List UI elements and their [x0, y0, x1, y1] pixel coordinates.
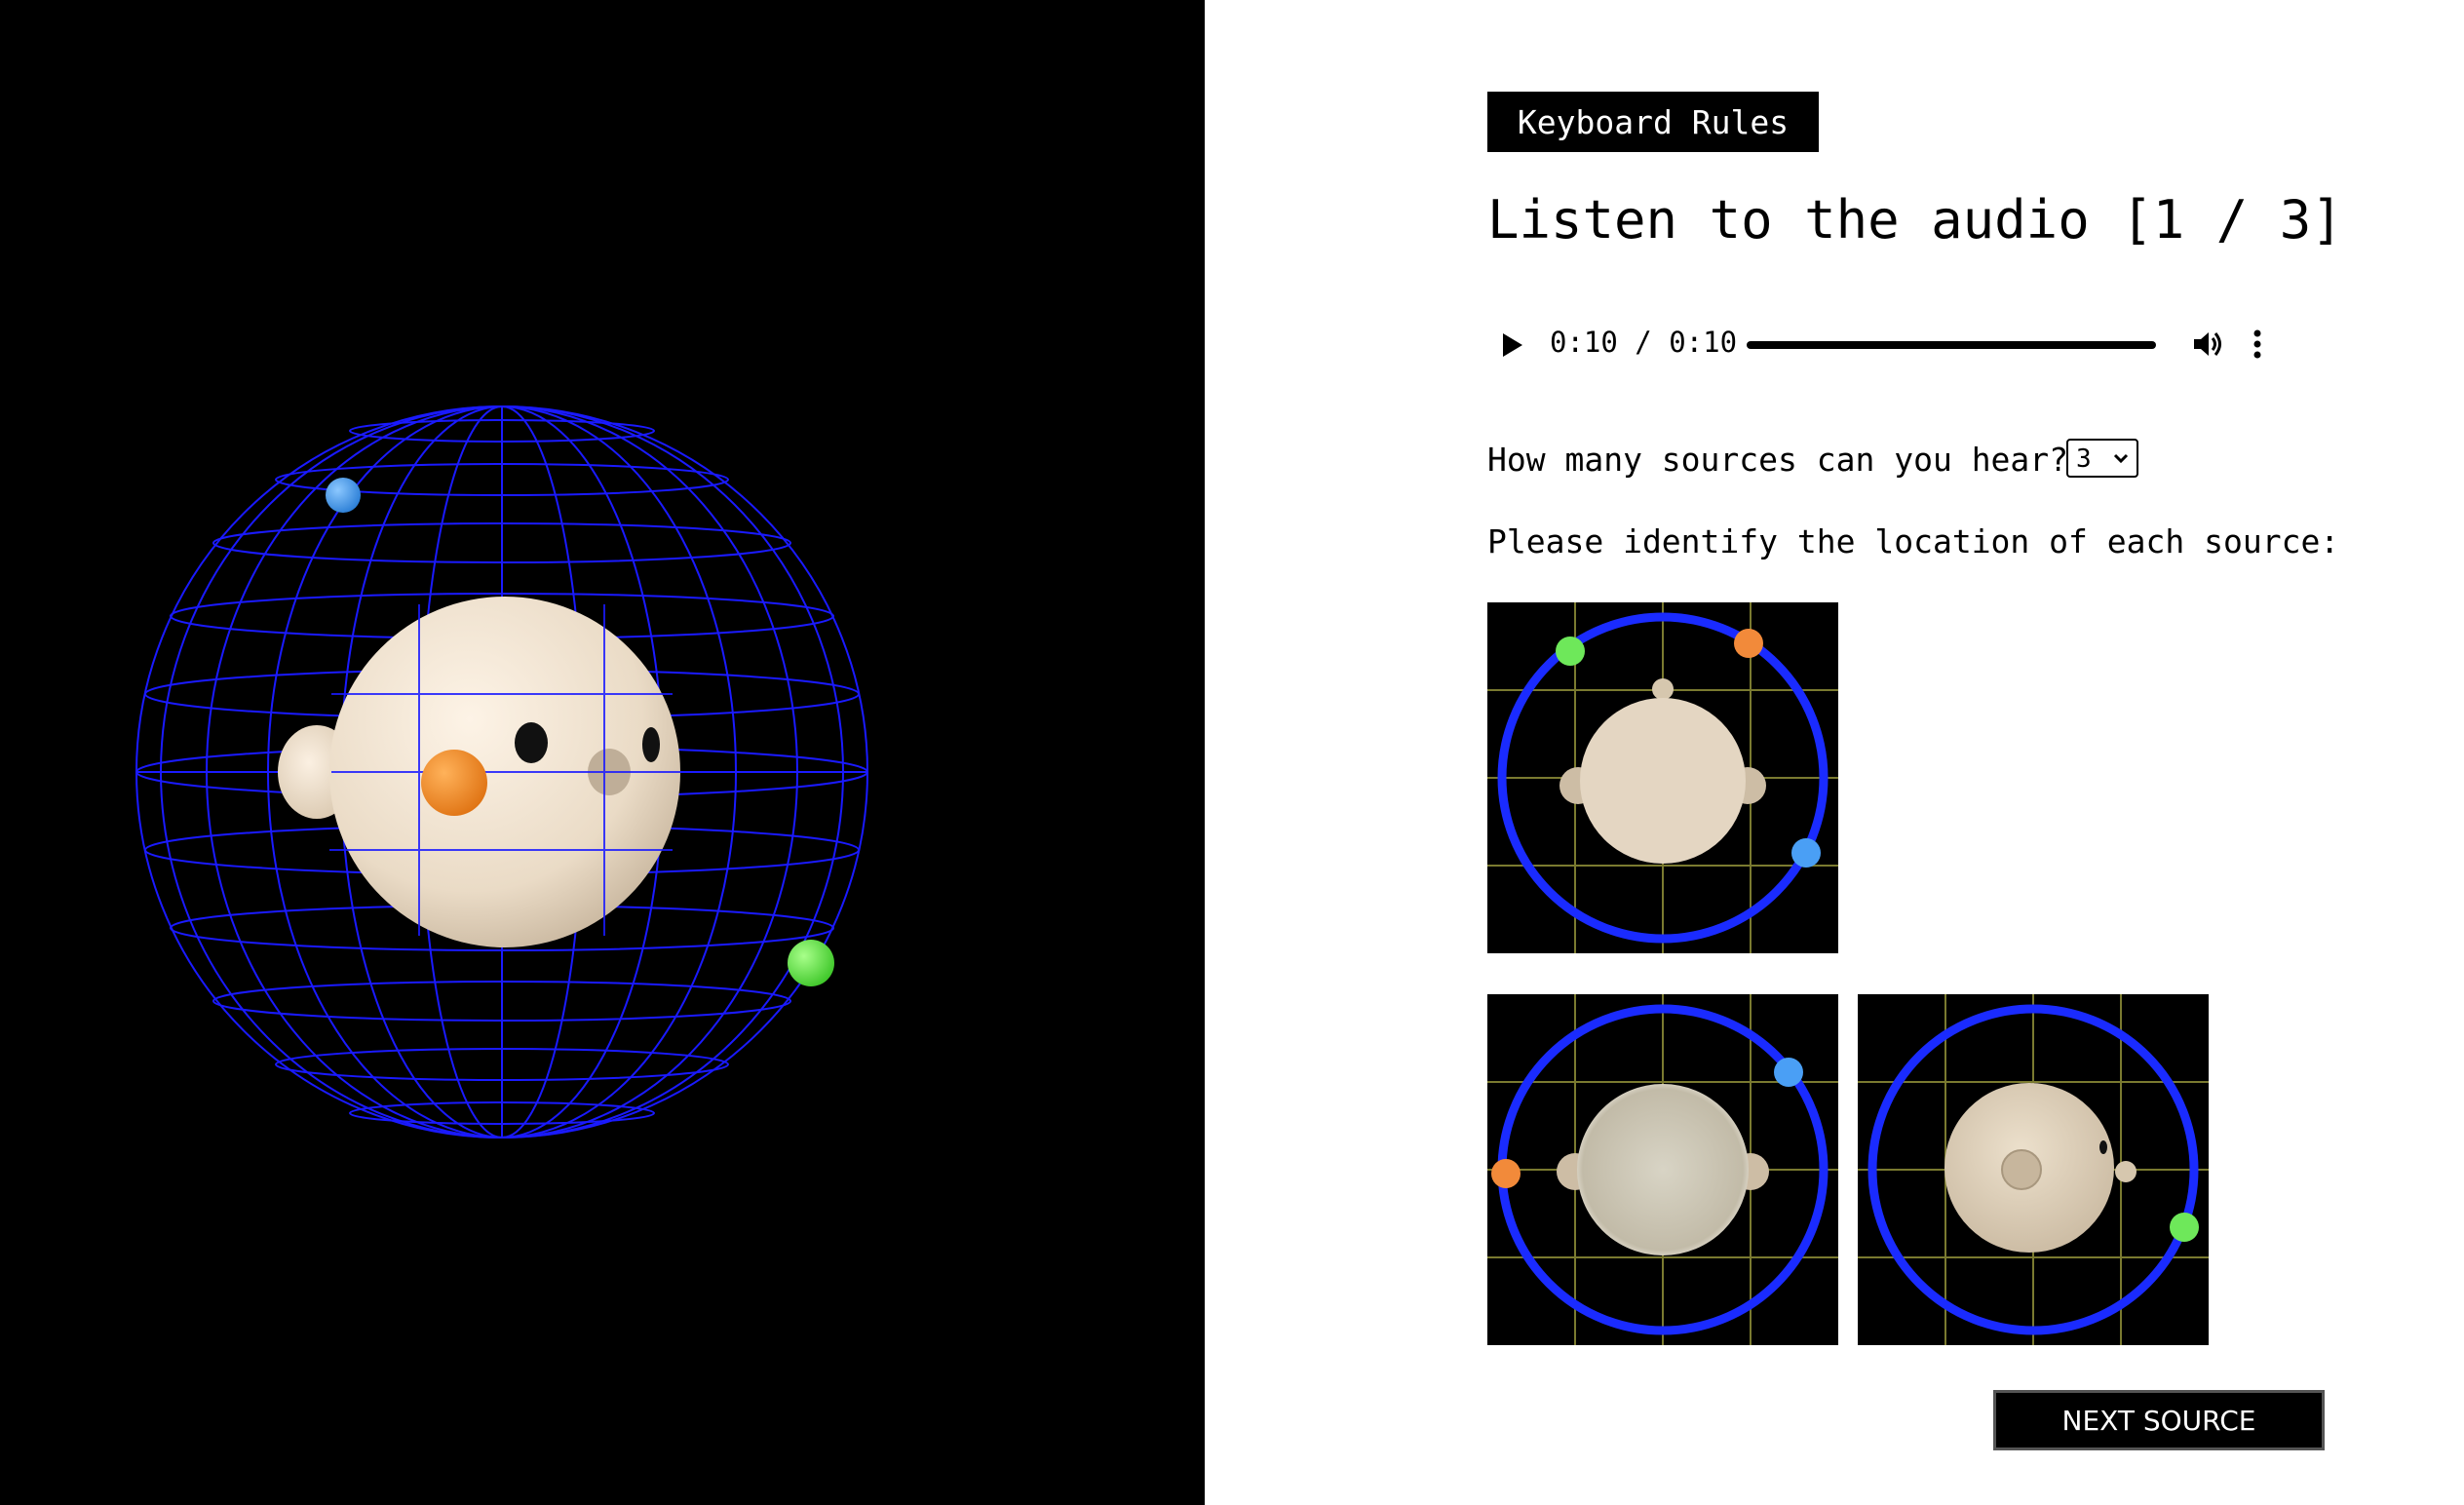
3d-scene-canvas[interactable] [0, 0, 1205, 1505]
keyboard-rules-button[interactable]: Keyboard Rules [1487, 92, 1819, 152]
head [1577, 1084, 1749, 1255]
locator-side-view[interactable] [1858, 994, 2209, 1345]
head-nose [2115, 1161, 2137, 1182]
source-count-select[interactable]: 3 [2066, 439, 2138, 478]
source-count-value: 3 [2076, 444, 2092, 474]
orange-source-marker[interactable] [1491, 1159, 1521, 1188]
audio-progress-bar[interactable] [1747, 341, 2156, 349]
head-nose [1652, 678, 1674, 700]
blue-source-marker[interactable] [1774, 1058, 1803, 1087]
volume-icon[interactable] [2191, 328, 2224, 365]
orange-source-sphere[interactable] [421, 750, 487, 816]
location-instruction: Please identify the location of each sou… [1487, 522, 2340, 560]
head-eye-right [642, 727, 660, 762]
green-source-marker[interactable] [1556, 637, 1585, 666]
play-icon[interactable] [1503, 333, 1522, 357]
head [1580, 698, 1746, 864]
locator-top-view[interactable] [1487, 602, 1838, 953]
orange-source-marker[interactable] [1734, 629, 1763, 658]
green-source-sphere[interactable] [788, 940, 834, 986]
audio-player[interactable]: 0:10 / 0:10 [1487, 312, 2464, 380]
green-source-marker[interactable] [2170, 1213, 2199, 1242]
source-count-question: How many sources can you hear? [1487, 441, 2069, 479]
more-options-icon[interactable] [2248, 328, 2267, 365]
head-ear [2001, 1149, 2042, 1190]
head-eye-left [515, 722, 548, 763]
locator-front-view[interactable] [1487, 994, 1838, 1345]
blue-source-marker[interactable] [1791, 838, 1821, 868]
chevron-down-icon [2113, 453, 2129, 464]
next-source-button[interactable]: NEXT SOURCE [1993, 1390, 2325, 1450]
head-eye [2099, 1140, 2107, 1154]
page-title: Listen to the audio [1 / 3] [1487, 189, 2343, 251]
audio-time: 0:10 / 0:10 [1550, 326, 1738, 359]
blue-source-sphere[interactable] [326, 478, 361, 513]
